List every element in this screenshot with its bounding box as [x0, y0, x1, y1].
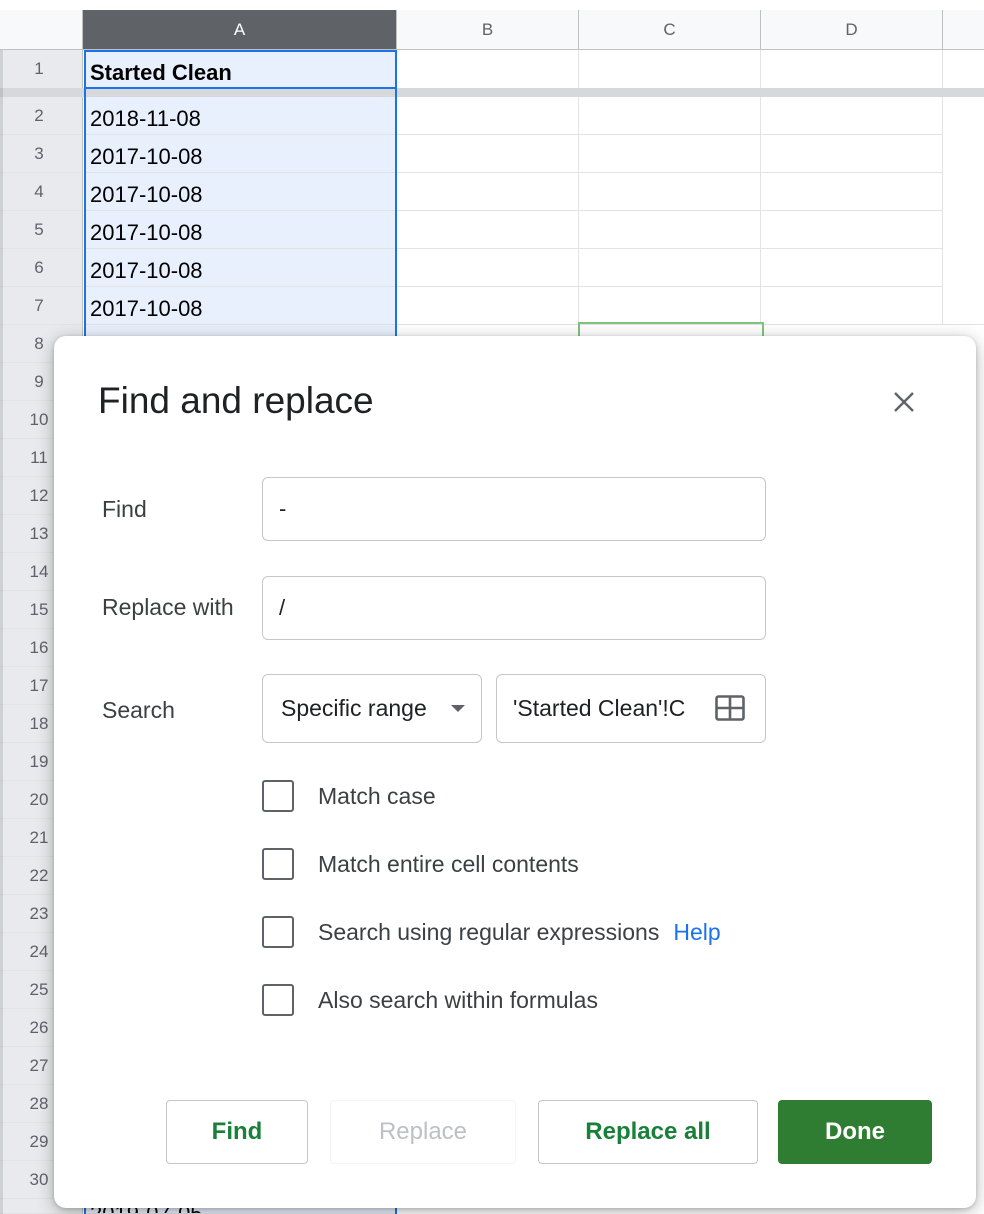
cell-d7[interactable] [761, 287, 943, 325]
cell-d3[interactable] [761, 135, 943, 173]
cell-c7[interactable] [579, 287, 761, 325]
cell-a1[interactable]: Started Clean [84, 50, 397, 89]
cell-b7[interactable] [397, 287, 579, 325]
match-case-option[interactable]: Match case [262, 778, 436, 814]
formulas-option[interactable]: Also search within formulas [262, 982, 598, 1018]
formulas-checkbox[interactable] [262, 984, 294, 1016]
column-header-d[interactable]: D [761, 10, 943, 50]
row-header-2[interactable]: 2 [0, 97, 83, 135]
cell-a7[interactable]: 2017-10-08 [84, 287, 397, 325]
formulas-label: Also search within formulas [318, 986, 598, 1013]
select-all-corner[interactable] [0, 10, 83, 50]
column-header-a[interactable]: A [83, 10, 397, 50]
cell-c3[interactable] [579, 135, 761, 173]
match-entire-label: Match entire cell contents [318, 850, 579, 877]
cell-e-column[interactable] [943, 97, 984, 325]
cell-e1[interactable] [943, 50, 984, 89]
match-case-label: Match case [318, 782, 436, 809]
range-input[interactable]: 'Started Clean'!C [496, 674, 766, 743]
sheet-edge-shadow [0, 50, 3, 1214]
column-header-c[interactable]: C [579, 10, 761, 50]
find-label: Find [102, 496, 147, 522]
cell-a4[interactable]: 2017-10-08 [84, 173, 397, 211]
search-scope-value: Specific range [281, 695, 427, 721]
cell-b5[interactable] [397, 211, 579, 249]
cell-b4[interactable] [397, 173, 579, 211]
cell-b2[interactable] [397, 97, 579, 135]
cell-a6[interactable]: 2017-10-08 [84, 249, 397, 287]
regex-label: Search using regular expressions [318, 918, 660, 945]
match-entire-checkbox[interactable] [262, 848, 294, 880]
cell-d1[interactable] [761, 50, 943, 89]
cell-c2[interactable] [579, 97, 761, 135]
find-input[interactable] [262, 477, 766, 541]
replace-button[interactable]: Replace [330, 1100, 516, 1164]
done-button[interactable]: Done [778, 1100, 932, 1164]
match-entire-option[interactable]: Match entire cell contents [262, 846, 579, 882]
cell-b1[interactable] [397, 50, 579, 89]
dialog-title: Find and replace [98, 380, 374, 421]
cell-a3[interactable]: 2017-10-08 [84, 135, 397, 173]
column-header-e[interactable] [943, 10, 984, 50]
replace-input[interactable] [262, 576, 766, 640]
cell-b3[interactable] [397, 135, 579, 173]
regex-checkbox[interactable] [262, 916, 294, 948]
row-header-1[interactable]: 1 [0, 50, 83, 89]
cell-c4[interactable] [579, 173, 761, 211]
cell-c5[interactable] [579, 211, 761, 249]
frozen-row-divider[interactable] [0, 88, 984, 97]
row-header-4[interactable]: 4 [0, 173, 83, 211]
find-button[interactable]: Find [166, 1100, 308, 1164]
replace-all-button[interactable]: Replace all [538, 1100, 758, 1164]
chevron-down-icon [451, 705, 465, 712]
row-header-5[interactable]: 5 [0, 211, 83, 249]
find-replace-dialog: Find and replace Find Replace with Searc… [54, 336, 976, 1208]
cell-c1[interactable] [579, 50, 761, 89]
replace-label: Replace with [102, 594, 234, 620]
match-case-checkbox[interactable] [262, 780, 294, 812]
cell-c6[interactable] [579, 249, 761, 287]
range-value: 'Started Clean'!C [513, 695, 686, 721]
cell-d4[interactable] [761, 173, 943, 211]
close-button[interactable] [880, 378, 928, 426]
close-icon [894, 392, 914, 412]
help-link[interactable]: Help [673, 919, 720, 946]
row-header-7[interactable]: 7 [0, 287, 83, 325]
cell-b6[interactable] [397, 249, 579, 287]
grid-select-icon[interactable] [715, 695, 745, 721]
spreadsheet-window: A B C D 1 Started Clean 2 3 4 5 6 7 8 20… [0, 0, 984, 1214]
cell-d2[interactable] [761, 97, 943, 135]
row-header-3[interactable]: 3 [0, 135, 83, 173]
cell-d6[interactable] [761, 249, 943, 287]
row-header-6[interactable]: 6 [0, 249, 83, 287]
regex-option[interactable]: Search using regular expressions Help [262, 914, 721, 950]
search-scope-select[interactable]: Specific range [262, 674, 482, 743]
search-label: Search [102, 697, 175, 723]
cell-a2[interactable]: 2018-11-08 [84, 97, 397, 135]
cell-a5[interactable]: 2017-10-08 [84, 211, 397, 249]
cell-d5[interactable] [761, 211, 943, 249]
column-header-b[interactable]: B [397, 10, 579, 50]
